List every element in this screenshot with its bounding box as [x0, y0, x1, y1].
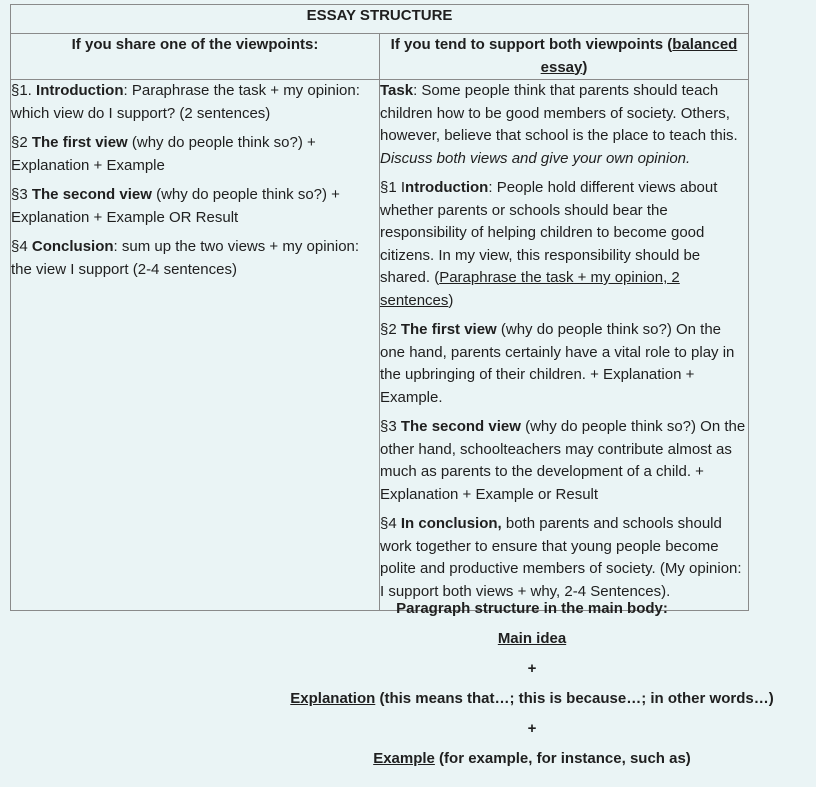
paragraph-structure-heading: Paragraph structure in the main body:: [396, 600, 668, 617]
left-column-heading: If you share one of the viewpoints:: [10, 33, 380, 80]
plus-sign-1: +: [527, 660, 537, 677]
left-column: §1. Introduction: Paraphrase the task + …: [10, 79, 380, 611]
right-paragraph-3: §3 The second view (why do people think …: [380, 418, 746, 503]
right-paragraph-4: §4 In conclusion, both parents and schoo…: [380, 515, 742, 600]
example-link[interactable]: Example: [373, 750, 435, 767]
right-paragraph-1: §1 Introduction: People hold different v…: [380, 179, 718, 309]
plus-sign-2: +: [527, 720, 537, 737]
paragraph-structure: Paragraph structure in the main body: Ma…: [0, 598, 816, 778]
right-paragraph-2: §2 The first view (why do people think s…: [380, 321, 735, 406]
left-paragraph-3: §3 The second view (why do people think …: [11, 186, 340, 226]
right-heading-suffix: ): [582, 58, 588, 76]
explanation-link[interactable]: Explanation: [290, 690, 375, 707]
main-idea-link[interactable]: Main idea: [498, 630, 566, 647]
page: ESSAY STRUCTURE If you share one of the …: [0, 0, 816, 787]
explanation-row: Explanation (this means that…; this is b…: [290, 690, 774, 707]
left-paragraph-1: §1. Introduction: Paraphrase the task + …: [11, 82, 360, 122]
main-idea-row: Main idea: [0, 628, 816, 658]
table-title: ESSAY STRUCTURE: [10, 4, 749, 34]
essay-structure-table: ESSAY STRUCTURE If you share one of the …: [10, 4, 749, 611]
right-column: Task: Some people think that parents sho…: [379, 79, 749, 611]
left-paragraph-2: §2 The first view (why do people think s…: [11, 134, 316, 174]
left-paragraph-4: §4 Conclusion: sum up the two views + my…: [11, 238, 360, 278]
right-task: Task: Some people think that parents sho…: [380, 82, 738, 167]
right-heading-prefix: If you tend to support both viewpoints (: [390, 36, 673, 53]
right-column-heading: If you tend to support both viewpoints (…: [379, 33, 749, 80]
example-row: Example (for example, for instance, such…: [373, 750, 691, 767]
